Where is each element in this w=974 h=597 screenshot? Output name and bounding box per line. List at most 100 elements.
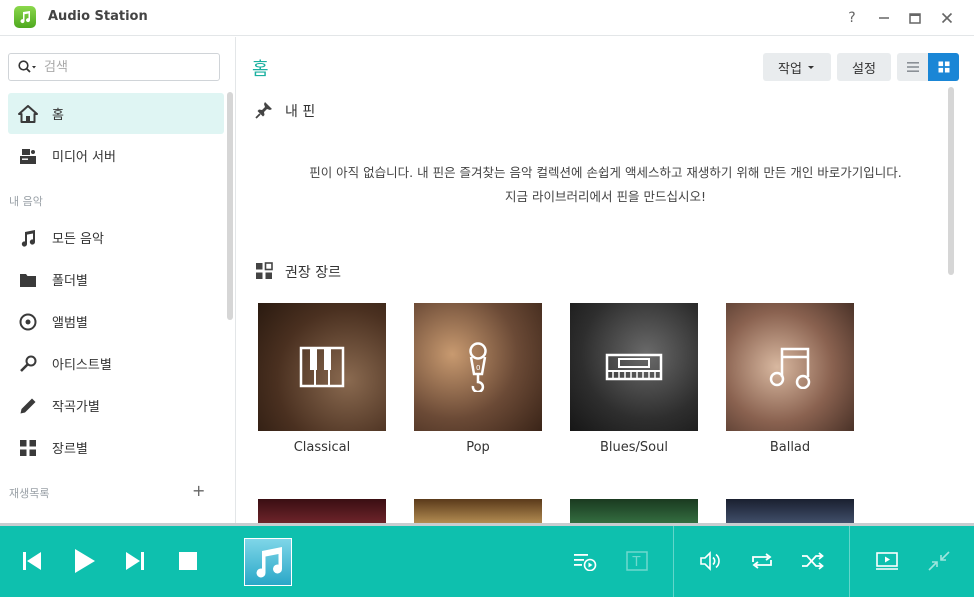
genre-card-ballad[interactable]: Ballad — [726, 303, 854, 455]
grid-view-button[interactable] — [928, 53, 959, 81]
player-bar: T — [0, 526, 974, 597]
music-note-icon — [18, 228, 38, 248]
title-bar: Audio Station ? — [0, 0, 974, 36]
settings-label: 설정 — [852, 61, 876, 77]
main-content: 홈 작업 설정 내 핀 핀이 아직 없습니다. 내 핀은 즐겨찾는 음악 컬렉션… — [237, 37, 974, 523]
repeat-icon — [752, 553, 772, 569]
audio-station-logo-icon — [14, 6, 36, 28]
repeat-button[interactable] — [747, 546, 777, 576]
close-button[interactable] — [937, 8, 957, 28]
media-server-icon — [18, 146, 38, 166]
maximize-button[interactable] — [905, 8, 925, 28]
media-renderer-button[interactable] — [872, 546, 902, 576]
genre-card-partial[interactable] — [726, 499, 854, 523]
action-menu-button[interactable]: 작업 — [763, 53, 831, 81]
shuffle-button[interactable] — [798, 546, 828, 576]
lyrics-icon: T — [626, 551, 648, 571]
home-icon — [18, 104, 38, 124]
sidebar-item-label: 작곡가별 — [52, 400, 100, 415]
sidebar-scrollbar[interactable] — [227, 92, 233, 320]
album-icon — [18, 312, 38, 332]
sidebar-item-by-genre[interactable]: 장르별 — [8, 427, 224, 468]
sidebar-item-all-music[interactable]: 모든 음악 — [8, 217, 224, 258]
genre-card-classical[interactable]: Classical — [258, 303, 386, 455]
piano-icon — [299, 346, 345, 388]
sidebar-item-label: 앨범별 — [52, 316, 88, 331]
my-music-section-label: 내 음악 — [9, 195, 43, 208]
genre-image — [726, 303, 854, 431]
search-icon[interactable] — [18, 60, 38, 74]
sidebar-item-by-album[interactable]: 앨범별 — [8, 301, 224, 342]
microphone-icon — [18, 354, 38, 374]
search-box[interactable] — [8, 53, 220, 81]
pins-empty-line1: 핀이 아직 없습니다. 내 핀은 즐겨찾는 음악 컬렉션에 손쉽게 액세스하고 … — [309, 165, 902, 180]
genre-image: 0 — [414, 303, 542, 431]
app-title: Audio Station — [48, 9, 148, 24]
sidebar: 홈 미디어 서버 내 음악 모든 음악 폴더별 앨범별 아티스트별 — [0, 37, 236, 523]
sidebar-item-media-server[interactable]: 미디어 서버 — [8, 135, 224, 176]
genre-card-partial[interactable] — [258, 499, 386, 523]
sidebar-item-by-composer[interactable]: 작곡가별 — [8, 385, 224, 426]
play-queue-button[interactable] — [570, 546, 600, 576]
lyrics-button[interactable]: T — [622, 546, 652, 576]
play-icon — [75, 549, 95, 573]
sidebar-item-label: 모든 음악 — [52, 232, 104, 247]
folder-icon — [18, 270, 38, 290]
pins-empty-line2: 지금 라이브러리에서 핀을 만드십시오! — [505, 189, 706, 204]
settings-button[interactable]: 설정 — [837, 53, 891, 81]
genre-image — [570, 303, 698, 431]
genre-label: Classical — [293, 440, 351, 455]
music-note-icon — [256, 547, 282, 578]
genre-grid-icon — [18, 438, 38, 458]
next-track-button[interactable] — [120, 546, 150, 576]
skip-next-icon — [126, 552, 144, 570]
genre-card-pop[interactable]: 0 Pop — [414, 303, 542, 455]
caret-down-icon — [807, 66, 814, 69]
add-playlist-button[interactable]: + — [192, 481, 205, 500]
sidebar-item-label: 장르별 — [52, 442, 88, 457]
svg-text:0: 0 — [476, 364, 480, 372]
stop-button[interactable] — [173, 546, 203, 576]
genre-label: Ballad — [769, 440, 811, 455]
minimize-button[interactable] — [874, 8, 894, 28]
stop-icon — [179, 552, 197, 570]
playlist-play-icon — [574, 554, 597, 571]
pen-icon — [18, 396, 38, 416]
volume-icon — [700, 551, 720, 571]
playlist-section-label: 재생목록 — [9, 487, 50, 500]
sidebar-item-by-artist[interactable]: 아티스트별 — [8, 343, 224, 384]
shuffle-icon — [802, 552, 824, 570]
mini-player-button[interactable] — [924, 546, 954, 576]
skip-previous-icon — [23, 552, 41, 570]
genre-label: Blues/Soul — [600, 440, 668, 455]
monitor-play-icon — [876, 552, 898, 570]
grid-view-icon — [938, 61, 949, 73]
list-view-button[interactable] — [897, 53, 928, 81]
help-button[interactable]: ? — [842, 8, 862, 28]
genre-card-partial[interactable] — [414, 499, 542, 523]
microphone-icon: 0 — [469, 342, 487, 392]
player-divider — [849, 526, 850, 597]
main-scrollbar[interactable] — [948, 87, 954, 275]
genre-label: Pop — [466, 440, 490, 455]
page-title: 홈 — [252, 59, 269, 80]
volume-button[interactable] — [696, 546, 726, 576]
sidebar-item-label: 아티스트별 — [52, 358, 112, 373]
search-input[interactable] — [44, 59, 204, 75]
play-button[interactable] — [70, 546, 100, 576]
sidebar-item-home[interactable]: 홈 — [8, 93, 224, 134]
now-playing-cover[interactable] — [244, 538, 292, 586]
genre-card-blues-soul[interactable]: Blues/Soul — [570, 303, 698, 455]
pin-icon — [254, 100, 274, 120]
player-divider — [673, 526, 674, 597]
action-menu-label: 작업 — [778, 61, 802, 77]
list-view-icon — [906, 62, 919, 72]
sidebar-item-label: 홈 — [52, 108, 64, 123]
genre-grid-icon — [254, 261, 274, 281]
svg-text:T: T — [632, 555, 641, 570]
sidebar-item-by-folder[interactable]: 폴더별 — [8, 259, 224, 300]
genre-card-partial[interactable] — [570, 499, 698, 523]
collapse-icon — [928, 551, 950, 571]
previous-track-button[interactable] — [17, 546, 47, 576]
pins-section-title: 내 핀 — [285, 104, 316, 120]
